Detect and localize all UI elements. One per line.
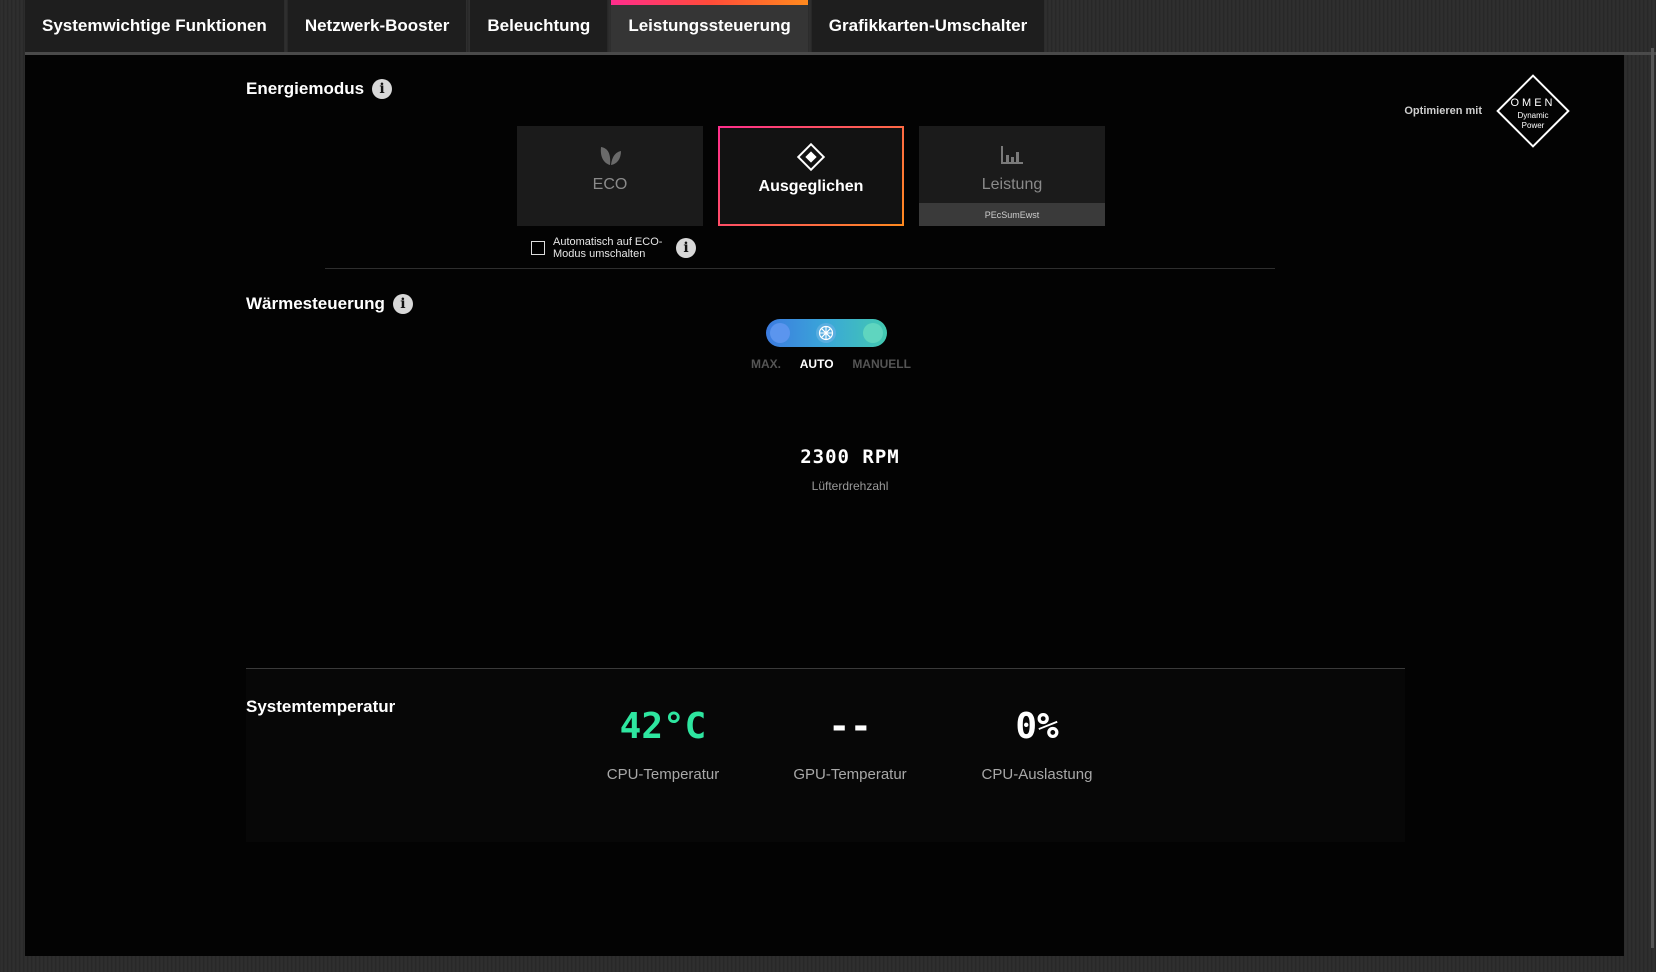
- cpu-load-label: CPU-Auslastung: [981, 766, 1093, 783]
- energy-mode-title: Energiemodus: [246, 79, 365, 98]
- system-temp-title: Systemtemperatur: [246, 697, 396, 716]
- leaf-icon: [597, 142, 623, 168]
- auto-eco-label: Automatisch auf ECO-Modus umschalten: [553, 236, 663, 260]
- thermal-options: MAX. AUTO MANUELL: [751, 357, 911, 371]
- info-icon[interactable]: i: [676, 238, 696, 258]
- performance-badge: PEcSumEwst: [919, 203, 1105, 226]
- tab-netzwerk-booster[interactable]: Netzwerk-Booster: [287, 0, 467, 52]
- tab-leistungssteuerung[interactable]: Leistungssteuerung: [611, 0, 809, 52]
- app-window: Systemwichtige Funktionen Netzwerk-Boost…: [0, 0, 1656, 972]
- optimize-label: Optimieren mit: [1404, 105, 1482, 117]
- tab-bar: Systemwichtige Funktionen Netzwerk-Boost…: [25, 0, 1045, 52]
- fan-speed-value: 2300 RPM: [800, 446, 900, 468]
- fan-speed-label: Lüfterdrehzahl: [811, 479, 889, 493]
- tab-grafikkarten-umschalter[interactable]: Grafikkarten-Umschalter: [811, 0, 1045, 52]
- option-max[interactable]: MAX.: [751, 357, 781, 371]
- tab-beleuchtung[interactable]: Beleuchtung: [470, 0, 608, 52]
- thermal-section: Wärmesteuerung i: [246, 294, 413, 314]
- cpu-temp-label: CPU-Temperatur: [606, 766, 720, 783]
- omen-dynamic-power[interactable]: Optimieren mit OMEN Dynamic Power: [1404, 70, 1574, 152]
- mode-eco-label: ECO: [592, 176, 628, 193]
- omen-logo-text: OMEN: [1510, 97, 1556, 109]
- auto-eco-row: Automatisch auf ECO-Modus umschalten i: [531, 236, 696, 260]
- mode-performance-label: Leistung: [981, 176, 1043, 193]
- system-temp-section: Systemtemperatur: [246, 697, 395, 717]
- omen-logo-sub1: Dynamic: [1517, 111, 1549, 120]
- thermal-mode-slider[interactable]: [766, 319, 887, 347]
- slider-stop-max[interactable]: [770, 323, 790, 343]
- omen-logo-icon: OMEN Dynamic Power: [1492, 70, 1574, 152]
- info-icon[interactable]: i: [392, 294, 413, 314]
- cpu-load-value: 0%: [1015, 706, 1059, 747]
- mode-eco-card[interactable]: ECO: [517, 126, 703, 226]
- tab-systemwichtige-funktionen[interactable]: Systemwichtige Funktionen: [25, 0, 284, 52]
- scrollbar[interactable]: [1651, 48, 1654, 948]
- omen-logo-sub: Dynamic Power: [1492, 111, 1574, 131]
- performance-panel: Energiemodus i ECO Ausgeglichen Leistung…: [25, 55, 1624, 956]
- gpu-temp-label: GPU-Temperatur: [793, 766, 907, 783]
- slider-stop-manual[interactable]: [863, 323, 883, 343]
- cpu-temp-value: 42°C: [619, 706, 707, 747]
- energy-mode-section: Energiemodus i: [246, 79, 393, 99]
- cpu-temp-stat: 42°C CPU-Temperatur: [573, 706, 753, 783]
- mode-balanced-card[interactable]: Ausgeglichen: [718, 126, 904, 226]
- mode-balanced-label: Ausgeglichen: [758, 178, 864, 195]
- cpu-load-stat: 0% CPU-Auslastung: [947, 706, 1127, 783]
- option-auto[interactable]: AUTO: [800, 357, 834, 371]
- gpu-temp-stat: -- GPU-Temperatur: [760, 706, 940, 783]
- section-divider: [325, 268, 1275, 269]
- system-temp-box: Systemtemperatur 42°C CPU-Temperatur -- …: [246, 669, 1405, 842]
- auto-eco-checkbox[interactable]: [531, 241, 545, 255]
- omen-logo-sub2: Power: [1521, 121, 1545, 130]
- gpu-temp-value: --: [828, 706, 872, 747]
- info-icon[interactable]: i: [372, 79, 393, 99]
- option-manual[interactable]: MANUELL: [852, 357, 911, 371]
- thermal-title: Wärmesteuerung: [246, 294, 385, 313]
- bar-chart-icon: [999, 142, 1025, 168]
- fan-icon[interactable]: [816, 323, 836, 343]
- mode-performance-card[interactable]: Leistung PEcSumEwst: [919, 126, 1105, 226]
- diamond-icon: [796, 142, 826, 172]
